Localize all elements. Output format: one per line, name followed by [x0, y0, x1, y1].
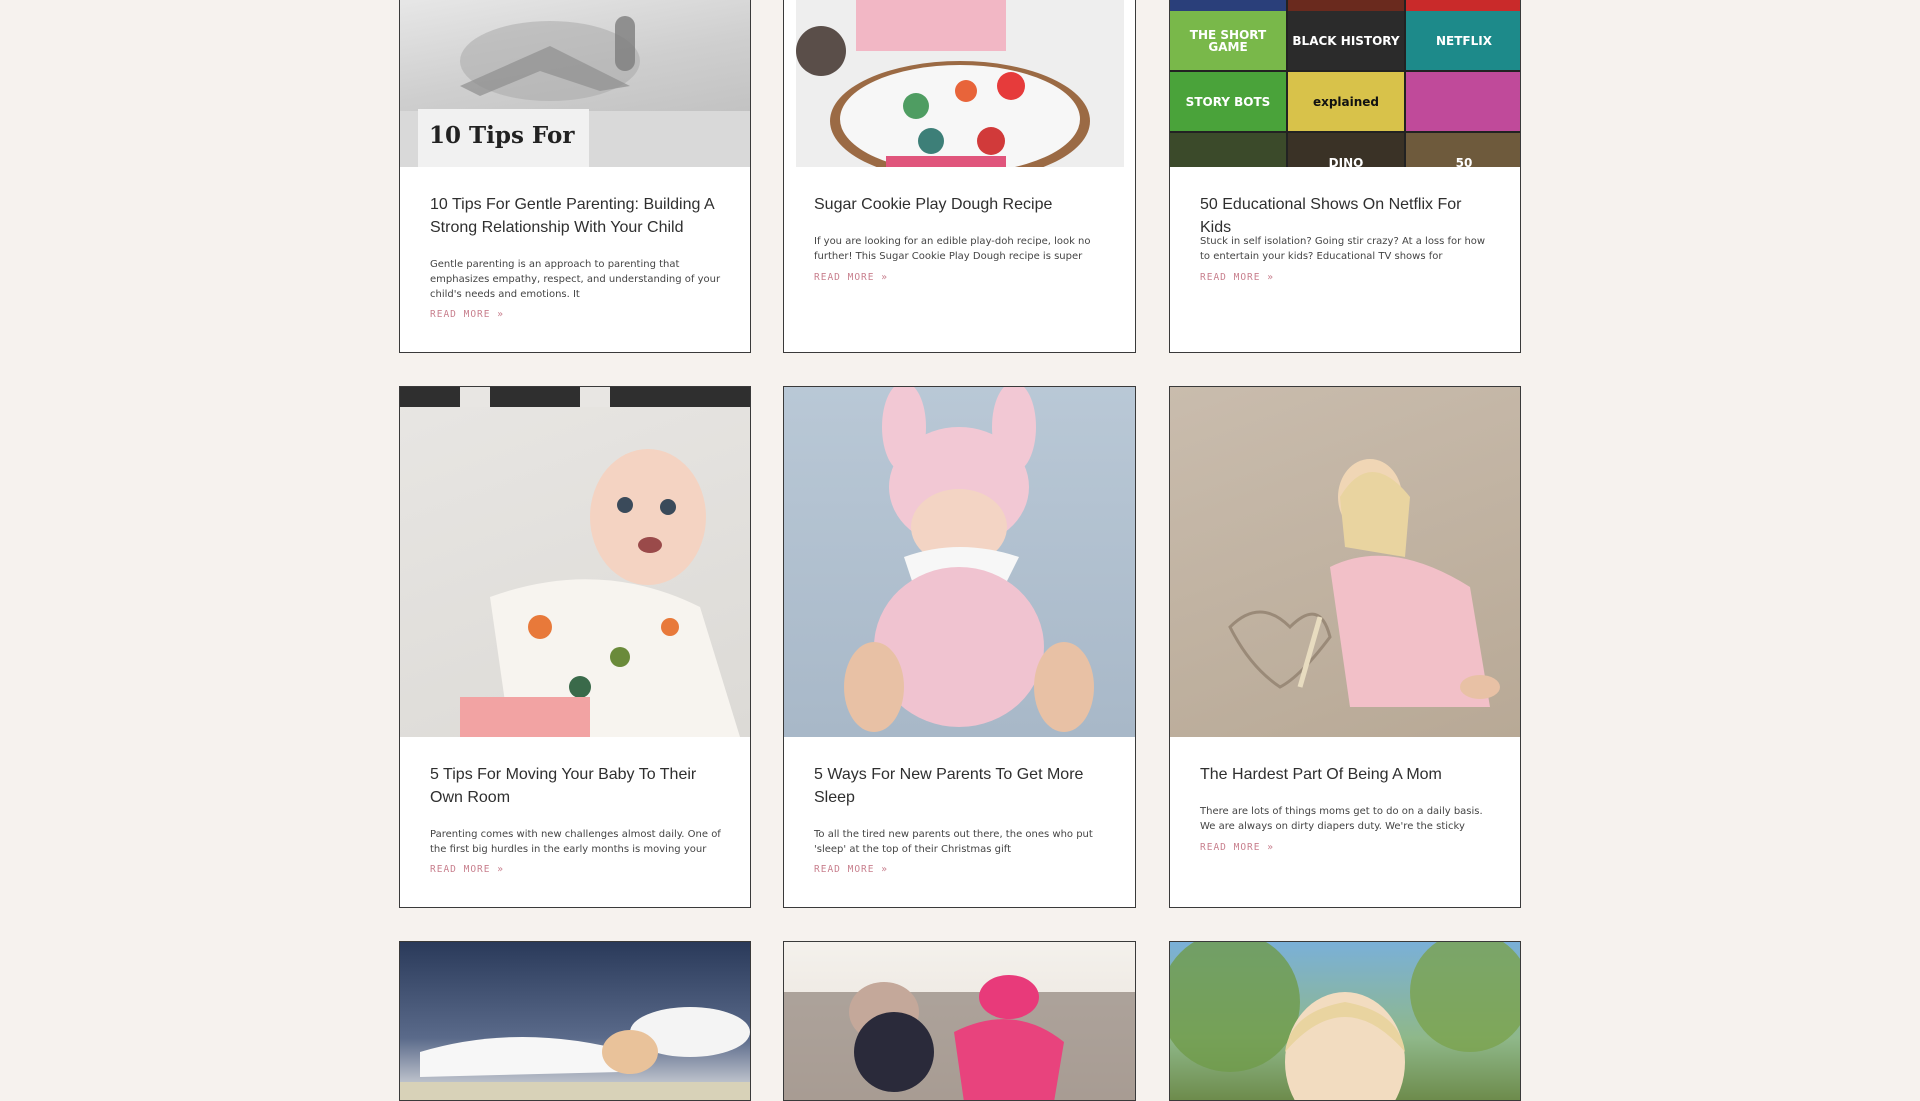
post-card: 5 Tips For Moving Your Baby To Their Own…	[399, 386, 751, 908]
show-tile: DINO	[1288, 133, 1404, 167]
post-title[interactable]: Sugar Cookie Play Dough Recipe	[814, 193, 1109, 216]
post-title[interactable]: 5 Tips For Moving Your Baby To Their Own…	[430, 763, 724, 809]
post-thumbnail[interactable]	[400, 942, 750, 1100]
post-card	[1169, 941, 1521, 1101]
read-more-link[interactable]: READ MORE »	[1200, 842, 1274, 853]
post-card: 5 Ways For New Parents To Get More Sleep…	[783, 386, 1136, 908]
post-excerpt: To all the tired new parents out there, …	[814, 829, 1093, 855]
read-more-link[interactable]: READ MORE »	[430, 309, 504, 320]
post-thumbnail[interactable]: 10 Tips For	[400, 0, 750, 167]
mother-and-child-in-snow-photo	[784, 975, 1135, 1100]
post-thumbnail[interactable]	[1170, 387, 1520, 737]
show-tile: explained	[1288, 72, 1404, 131]
read-more-link[interactable]: READ MORE »	[814, 864, 888, 875]
play-dough-photo	[796, 0, 1090, 167]
post-card: BIG MIRACLE NETFLIX THE SHORT GAME BLACK…	[1169, 0, 1521, 353]
post-excerpt: If you are looking for an edible play-do…	[814, 236, 1091, 262]
baby-in-bunny-hat-photo	[844, 387, 1094, 732]
read-more-link[interactable]: READ MORE »	[1200, 272, 1274, 283]
post-thumbnail[interactable]	[1170, 942, 1520, 1100]
post-excerpt: Parenting comes with new challenges almo…	[430, 829, 721, 855]
toddler-outdoors-photo	[1170, 942, 1520, 1100]
post-card: Sugar Cookie Play Dough Recipe If you ar…	[783, 0, 1136, 353]
post-thumbnail[interactable]	[784, 942, 1135, 1100]
show-tile	[1406, 72, 1520, 131]
read-more-link[interactable]: READ MORE »	[814, 272, 888, 283]
show-tile: THE SHORT GAME	[1170, 11, 1286, 70]
post-title[interactable]: 50 Educational Shows On Netflix For Kids	[1200, 193, 1494, 239]
post-title[interactable]: 5 Ways For New Parents To Get More Sleep	[814, 763, 1109, 809]
show-tile: BLACK HISTORY	[1288, 11, 1404, 70]
post-card	[783, 941, 1136, 1101]
post-excerpt: There are lots of things moms get to do …	[1200, 806, 1483, 832]
post-thumbnail[interactable]	[796, 0, 1124, 167]
child-drawing-in-sand-photo	[1228, 459, 1500, 707]
post-card: The Hardest Part Of Being A Mom There ar…	[1169, 386, 1521, 908]
blog-post-grid: 10 Tips For 10 Tips For Gentle Parenting…	[0, 0, 1920, 1101]
show-tile: 50	[1406, 133, 1520, 167]
read-more-link[interactable]: READ MORE »	[430, 864, 504, 875]
baby-in-crib-photo	[400, 387, 750, 737]
post-card: 10 Tips For 10 Tips For Gentle Parenting…	[399, 0, 751, 353]
post-title[interactable]: The Hardest Part Of Being A Mom	[1200, 763, 1494, 786]
post-excerpt: Stuck in self isolation? Going stir craz…	[1200, 236, 1486, 262]
post-excerpt: Gentle parenting is an approach to paren…	[430, 259, 721, 300]
show-tile	[1170, 133, 1286, 167]
post-thumbnail[interactable]: BIG MIRACLE NETFLIX THE SHORT GAME BLACK…	[1170, 0, 1520, 167]
post-title[interactable]: 10 Tips For Gentle Parenting: Building A…	[430, 193, 724, 239]
post-thumbnail[interactable]	[400, 387, 750, 737]
show-tile: NETFLIX	[1406, 11, 1520, 70]
post-card	[399, 941, 751, 1101]
post-thumbnail[interactable]	[784, 387, 1135, 737]
child-lying-on-bed-photo	[400, 1007, 750, 1100]
show-tile: STORY BOTS	[1170, 72, 1286, 131]
image-caption-text: 10 Tips For	[429, 122, 575, 149]
